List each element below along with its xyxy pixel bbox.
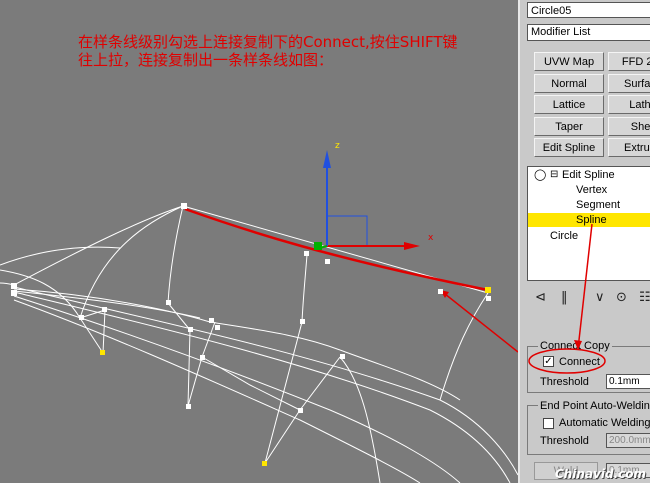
auto-weld-title: End Point Auto-Welding [538,400,650,412]
annotation-line-1: 在样条线级别勾选上连接复制下的Connect,按住SHIFT键 [78,33,458,51]
spline-wireframe [0,150,518,483]
automatic-welding-checkbox[interactable] [543,418,554,429]
stack-item-vertex[interactable]: Vertex [576,183,607,197]
shell-button[interactable]: Shell [608,117,650,136]
configure-sets-icon[interactable]: ☷ [639,290,650,305]
connect-label[interactable]: Connect [559,355,600,369]
stack-item-spline-label: Spline [576,214,607,226]
connect-copy-title: Connect Copy [538,340,612,352]
stack-item-circle[interactable]: Circle [550,229,578,243]
connect-checkbox[interactable]: ✓ [543,356,554,367]
modifier-list-dropdown[interactable]: Modifier List [527,24,650,41]
stack-item-segment[interactable]: Segment [576,198,620,212]
make-unique-icon[interactable]: ∨ [595,290,605,305]
collapse-minus-icon[interactable]: ⊟ [550,168,558,182]
stack-toolbar: ⊲ ‖ ∨ ⊙ ☷ [527,288,650,310]
automatic-welding-label[interactable]: Automatic Welding [559,416,650,430]
extrude-button[interactable]: Extrude [608,138,650,157]
perspective-viewport[interactable]: z x 在样条线级别勾选上连接复制下的Connect,按住SHIFT键 往上拉，… [0,0,518,483]
annotation-line-2: 往上拉，连接复制出一条样条线如图： [78,51,334,69]
lattice-button[interactable]: Lattice [534,95,604,114]
uvw-map-button[interactable]: UVW Map [534,52,604,71]
modifier-stack[interactable]: ◯ ⊟ Edit Spline Vertex Segment Spline Ci… [527,166,650,281]
modify-panel: Circle05 Modifier List UVW Map FFD 2x2 N… [518,0,650,483]
surface-button[interactable]: Surface [608,74,650,93]
remove-modifier-icon[interactable]: ⊙ [616,290,627,305]
auto-weld-threshold-field[interactable]: 200.0mm [606,433,650,448]
taper-button[interactable]: Taper [534,117,604,136]
lathe-button[interactable]: Lathe [608,95,650,114]
normal-button[interactable]: Normal [534,74,604,93]
stack-item-edit-spline[interactable]: Edit Spline [562,168,615,182]
stack-item-spline[interactable]: Spline [528,213,650,227]
ffd-button[interactable]: FFD 2x2 [608,52,650,71]
auto-weld-threshold-label: Threshold [540,435,589,447]
object-name-field[interactable]: Circle05 [527,2,650,18]
gizmo-x-label: x [428,233,434,243]
connect-threshold-field[interactable]: 0.1mm [606,374,650,389]
pin-stack-icon[interactable]: ⊲ [535,290,546,305]
edit-spline-button[interactable]: Edit Spline [534,138,604,157]
connect-threshold-label: Threshold [540,376,589,388]
show-end-result-icon[interactable]: ‖ [561,290,568,305]
lightbulb-icon[interactable]: ◯ [534,168,546,182]
watermark: Chinavid.com [554,467,646,481]
gizmo-z-label: z [335,141,340,151]
